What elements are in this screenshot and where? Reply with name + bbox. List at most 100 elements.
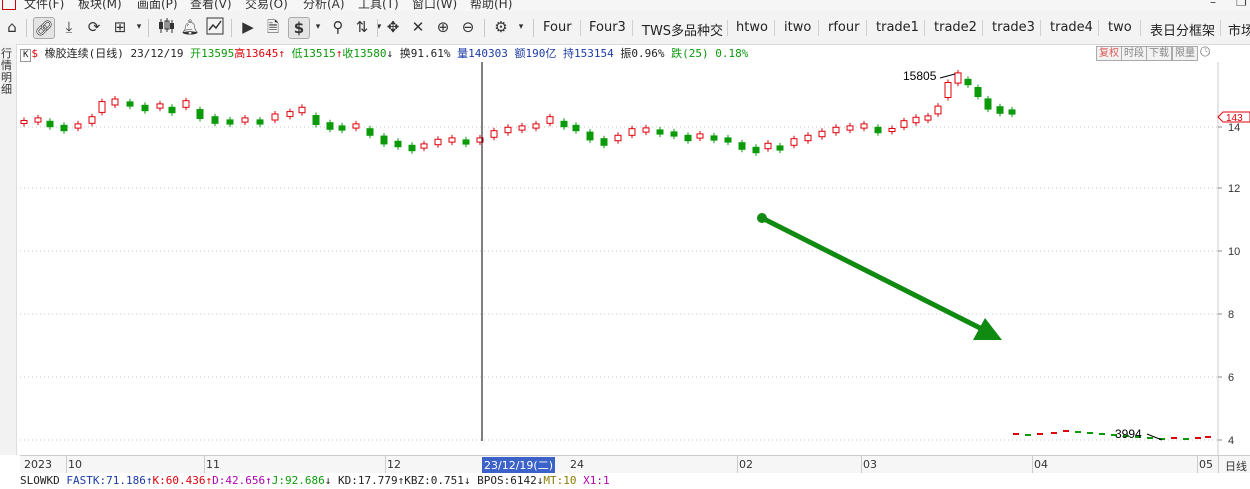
candle xyxy=(804,134,812,142)
adjust-button[interactable]: 复权 xyxy=(1096,46,1122,61)
candle xyxy=(900,120,908,128)
tab-htwo[interactable]: htwo xyxy=(736,20,768,35)
dollar-icon[interactable]: $ xyxy=(288,17,310,39)
left-vertical-strip: 行情明细 xyxy=(0,44,17,455)
fastk-label: FASTK: xyxy=(66,474,107,487)
cross-tool-icon[interactable]: ✕ xyxy=(408,17,428,37)
limit-button[interactable]: 限量 xyxy=(1172,46,1198,61)
tab-market[interactable]: 市场 xyxy=(1228,20,1250,39)
date-axis-label: 12 xyxy=(387,458,401,471)
period-label[interactable]: 日线 xyxy=(1225,458,1247,474)
home-icon[interactable]: ⌂ xyxy=(2,17,22,37)
indicator-name[interactable]: SLOWKD xyxy=(20,474,60,487)
zoom-out-icon[interactable]: ⊖ xyxy=(458,17,478,37)
refresh-icon[interactable]: ⟳ xyxy=(84,17,104,37)
candle xyxy=(352,123,360,129)
clock-icon[interactable]: 🕒︎ xyxy=(1200,45,1210,60)
minimize-button[interactable]: – xyxy=(1210,0,1216,9)
tab-four[interactable]: Four xyxy=(543,20,572,35)
candle xyxy=(846,125,854,131)
menu-screen[interactable]: 画面(P) xyxy=(137,0,178,11)
menu-window[interactable]: 窗口(W) xyxy=(412,0,457,11)
candle xyxy=(98,101,106,113)
high-annotation-label: 15805 xyxy=(903,69,937,83)
candle xyxy=(934,105,942,115)
candle xyxy=(1147,437,1153,439)
menu-sector[interactable]: 板块(M) xyxy=(78,0,122,11)
candle xyxy=(298,106,306,114)
filter-icon[interactable]: ⚲ xyxy=(328,17,348,37)
chevron-down-icon[interactable]: ▾ xyxy=(308,17,328,37)
chevron-down-icon[interactable]: ▾ xyxy=(129,17,149,37)
open-value: 13595 xyxy=(201,47,235,60)
candle xyxy=(504,126,512,134)
price-axis-label: 6 xyxy=(1228,372,1234,384)
tab-trade1[interactable]: trade1 xyxy=(876,20,919,35)
tab-tws[interactable]: TWS多品种交 xyxy=(642,20,723,39)
menu-help[interactable]: 帮助(H) xyxy=(470,0,512,11)
candle xyxy=(1008,109,1016,115)
candle xyxy=(490,130,498,138)
k-toggle-button[interactable]: K xyxy=(20,49,32,62)
line-chart-icon[interactable] xyxy=(205,17,225,37)
mt-label: MT: xyxy=(543,474,564,487)
grid-icon[interactable]: ⊞ xyxy=(110,17,130,37)
date-axis-tick xyxy=(861,456,862,473)
candle xyxy=(600,138,608,146)
restore-button[interactable]: ❐ xyxy=(1236,0,1247,9)
menu-view[interactable]: 查看(V) xyxy=(190,0,232,11)
bell-icon[interactable]: 🔔︎ xyxy=(180,17,200,37)
menu-tools[interactable]: 工具(T) xyxy=(358,0,399,11)
menu-analysis[interactable]: 分析(A) xyxy=(303,0,345,11)
chart-grid xyxy=(20,126,1218,441)
candlestick-chart[interactable]: 141210864 15805 3994 143 xyxy=(20,62,1250,455)
change-label: 跌 xyxy=(671,47,683,60)
tab-rfour[interactable]: rfour xyxy=(828,20,859,35)
toolbar-separator xyxy=(533,19,534,37)
candle xyxy=(46,120,54,128)
link-icon[interactable]: 🔗︎ xyxy=(33,17,55,39)
play-icon[interactable]: ▶ xyxy=(238,17,258,37)
candle xyxy=(1037,433,1043,435)
candle xyxy=(996,106,1004,114)
app-logo-icon xyxy=(2,0,16,10)
candlestick-icon[interactable] xyxy=(156,17,176,37)
tab-separator xyxy=(982,20,983,36)
instrument-title: 橡胶连续(日线) xyxy=(44,47,124,60)
tab-separator xyxy=(1140,20,1141,36)
volume-label: 量 xyxy=(457,47,469,60)
tab-itwo[interactable]: itwo xyxy=(784,20,811,35)
down-arrow-icon: ↓ xyxy=(463,474,471,487)
candle xyxy=(211,116,219,124)
selected-date-label: 23/12/19(二) xyxy=(482,457,555,473)
d-value: 42.656 xyxy=(225,474,266,487)
change-pct-value: 0.18% xyxy=(715,47,749,60)
mt-value: 10 xyxy=(563,474,577,487)
tab-trade3[interactable]: trade3 xyxy=(992,20,1035,35)
quote-date: 23/12/19 xyxy=(130,47,184,60)
download-button[interactable]: 下载 xyxy=(1146,46,1172,61)
d-label: D: xyxy=(212,474,226,487)
menu-trade[interactable]: 交易(O) xyxy=(245,0,288,11)
candle xyxy=(790,138,798,146)
period-button[interactable]: 时段 xyxy=(1121,46,1147,61)
candle xyxy=(366,128,374,136)
chevron-down-icon[interactable]: ▾ xyxy=(511,17,531,37)
tab-trade4[interactable]: trade4 xyxy=(1050,20,1093,35)
document-icon[interactable]: 🗎︎ xyxy=(263,17,283,37)
zoom-in-icon[interactable]: ⊕ xyxy=(433,17,453,37)
candle xyxy=(874,126,882,134)
tab-trade2[interactable]: trade2 xyxy=(934,20,977,35)
vertical-quote-detail-label[interactable]: 行情明细 xyxy=(1,48,13,96)
tab-two[interactable]: two xyxy=(1108,20,1132,35)
tab-separator xyxy=(1040,20,1041,36)
download-icon[interactable]: ⤓ xyxy=(59,17,79,37)
tab-four3[interactable]: Four3 xyxy=(589,20,626,35)
menu-file[interactable]: 文件(F) xyxy=(24,0,64,11)
amplitude-value: 0.96% xyxy=(631,47,665,60)
move-icon[interactable]: ✥ xyxy=(383,17,403,37)
gear-icon[interactable]: ⚙ xyxy=(491,17,511,37)
candle xyxy=(126,101,134,107)
tab-table-framework[interactable]: 表日分框架 xyxy=(1150,20,1215,39)
date-axis-tick xyxy=(1032,456,1033,473)
